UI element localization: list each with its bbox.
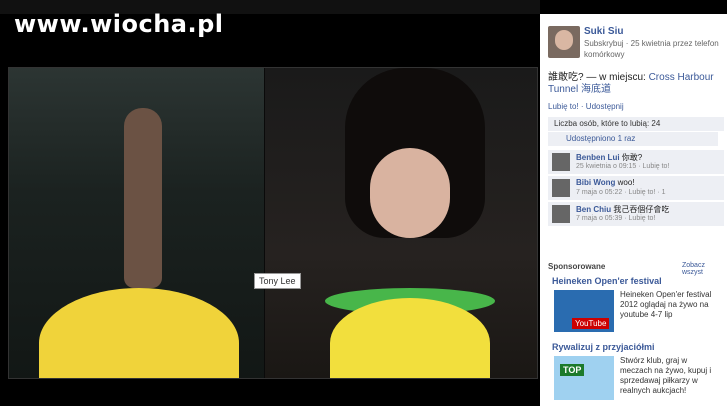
see-all-link[interactable]: Zobacz wszyst [682,262,727,276]
ad-title[interactable]: Rywalizuj z przyjaciółmi [552,342,655,352]
ad-image[interactable]: TOP [554,356,614,400]
ad-title[interactable]: Heineken Open'er festival [552,276,662,286]
photo-right-panel [265,68,537,378]
likes-count[interactable]: Liczba osób, które to lubią: 24 [548,117,724,131]
post-header: Suki Siu Subskrybuj · 25 kwietnia przez … [548,26,727,66]
post-actions[interactable]: Lubię to! · Udostępnij [548,102,624,111]
comment-meta: 7 maja o 05:22 · Lubię to! · 1 [576,189,666,196]
top-eleven-logo-icon: TOP [560,364,585,376]
post-subtitle: Subskrybuj · 25 kwietnia przez telefon k… [584,39,719,59]
comment-meta: 25 kwietnia o 09:15 · Lubię to! [576,163,670,170]
cake-figure [124,108,162,288]
post-caption: 誰敢吃? — w miejscu: [548,72,646,83]
ad-text: Heineken Open'er festival 2012 oglądaj n… [620,290,712,319]
ad-text: Stwórz klub, graj w meczach na żywo, kup… [620,356,712,395]
post-author[interactable]: Suki Siu [584,26,623,37]
youtube-logo-icon: YouTube [572,318,610,329]
photo-tag[interactable]: Tony Lee [254,273,301,289]
comment-author[interactable]: Benben Lui 你敢? [576,152,642,163]
comment: Benben Lui 你敢? 25 kwietnia o 09:15 · Lub… [548,150,724,174]
comment-meta: 7 maja o 05:39 · Lubię to! [576,215,656,222]
comment: Ben Chiu 我己吞個仔會吃 7 maja o 05:39 · Lubię … [548,202,724,226]
comment-avatar[interactable] [552,153,570,171]
shares-count[interactable]: Udostępniono 1 raz [548,132,718,146]
person-face [370,148,450,238]
comment-avatar[interactable] [552,205,570,223]
photo-left-panel [9,68,264,378]
cake-right [330,298,490,378]
comment-author[interactable]: Bibi Wong woo! [576,178,635,187]
cake-left [39,288,239,378]
sponsored-heading: Sponsorowane [548,262,606,271]
photo-viewer[interactable]: Tony Lee [8,67,538,379]
avatar[interactable] [548,26,580,58]
post-side-panel: Suki Siu Subskrybuj · 25 kwietnia przez … [540,14,727,406]
comment: Bibi Wong woo! 7 maja o 05:22 · Lubię to… [548,176,724,200]
ad-image[interactable]: YouTube [554,290,614,332]
post-text: 誰敢吃? — w miejscu: Cross Harbour Tunnel 海… [548,72,724,96]
site-watermark: www.wiocha.pl [14,10,224,38]
comment-avatar[interactable] [552,179,570,197]
comment-author[interactable]: Ben Chiu 我己吞個仔會吃 [576,204,669,215]
